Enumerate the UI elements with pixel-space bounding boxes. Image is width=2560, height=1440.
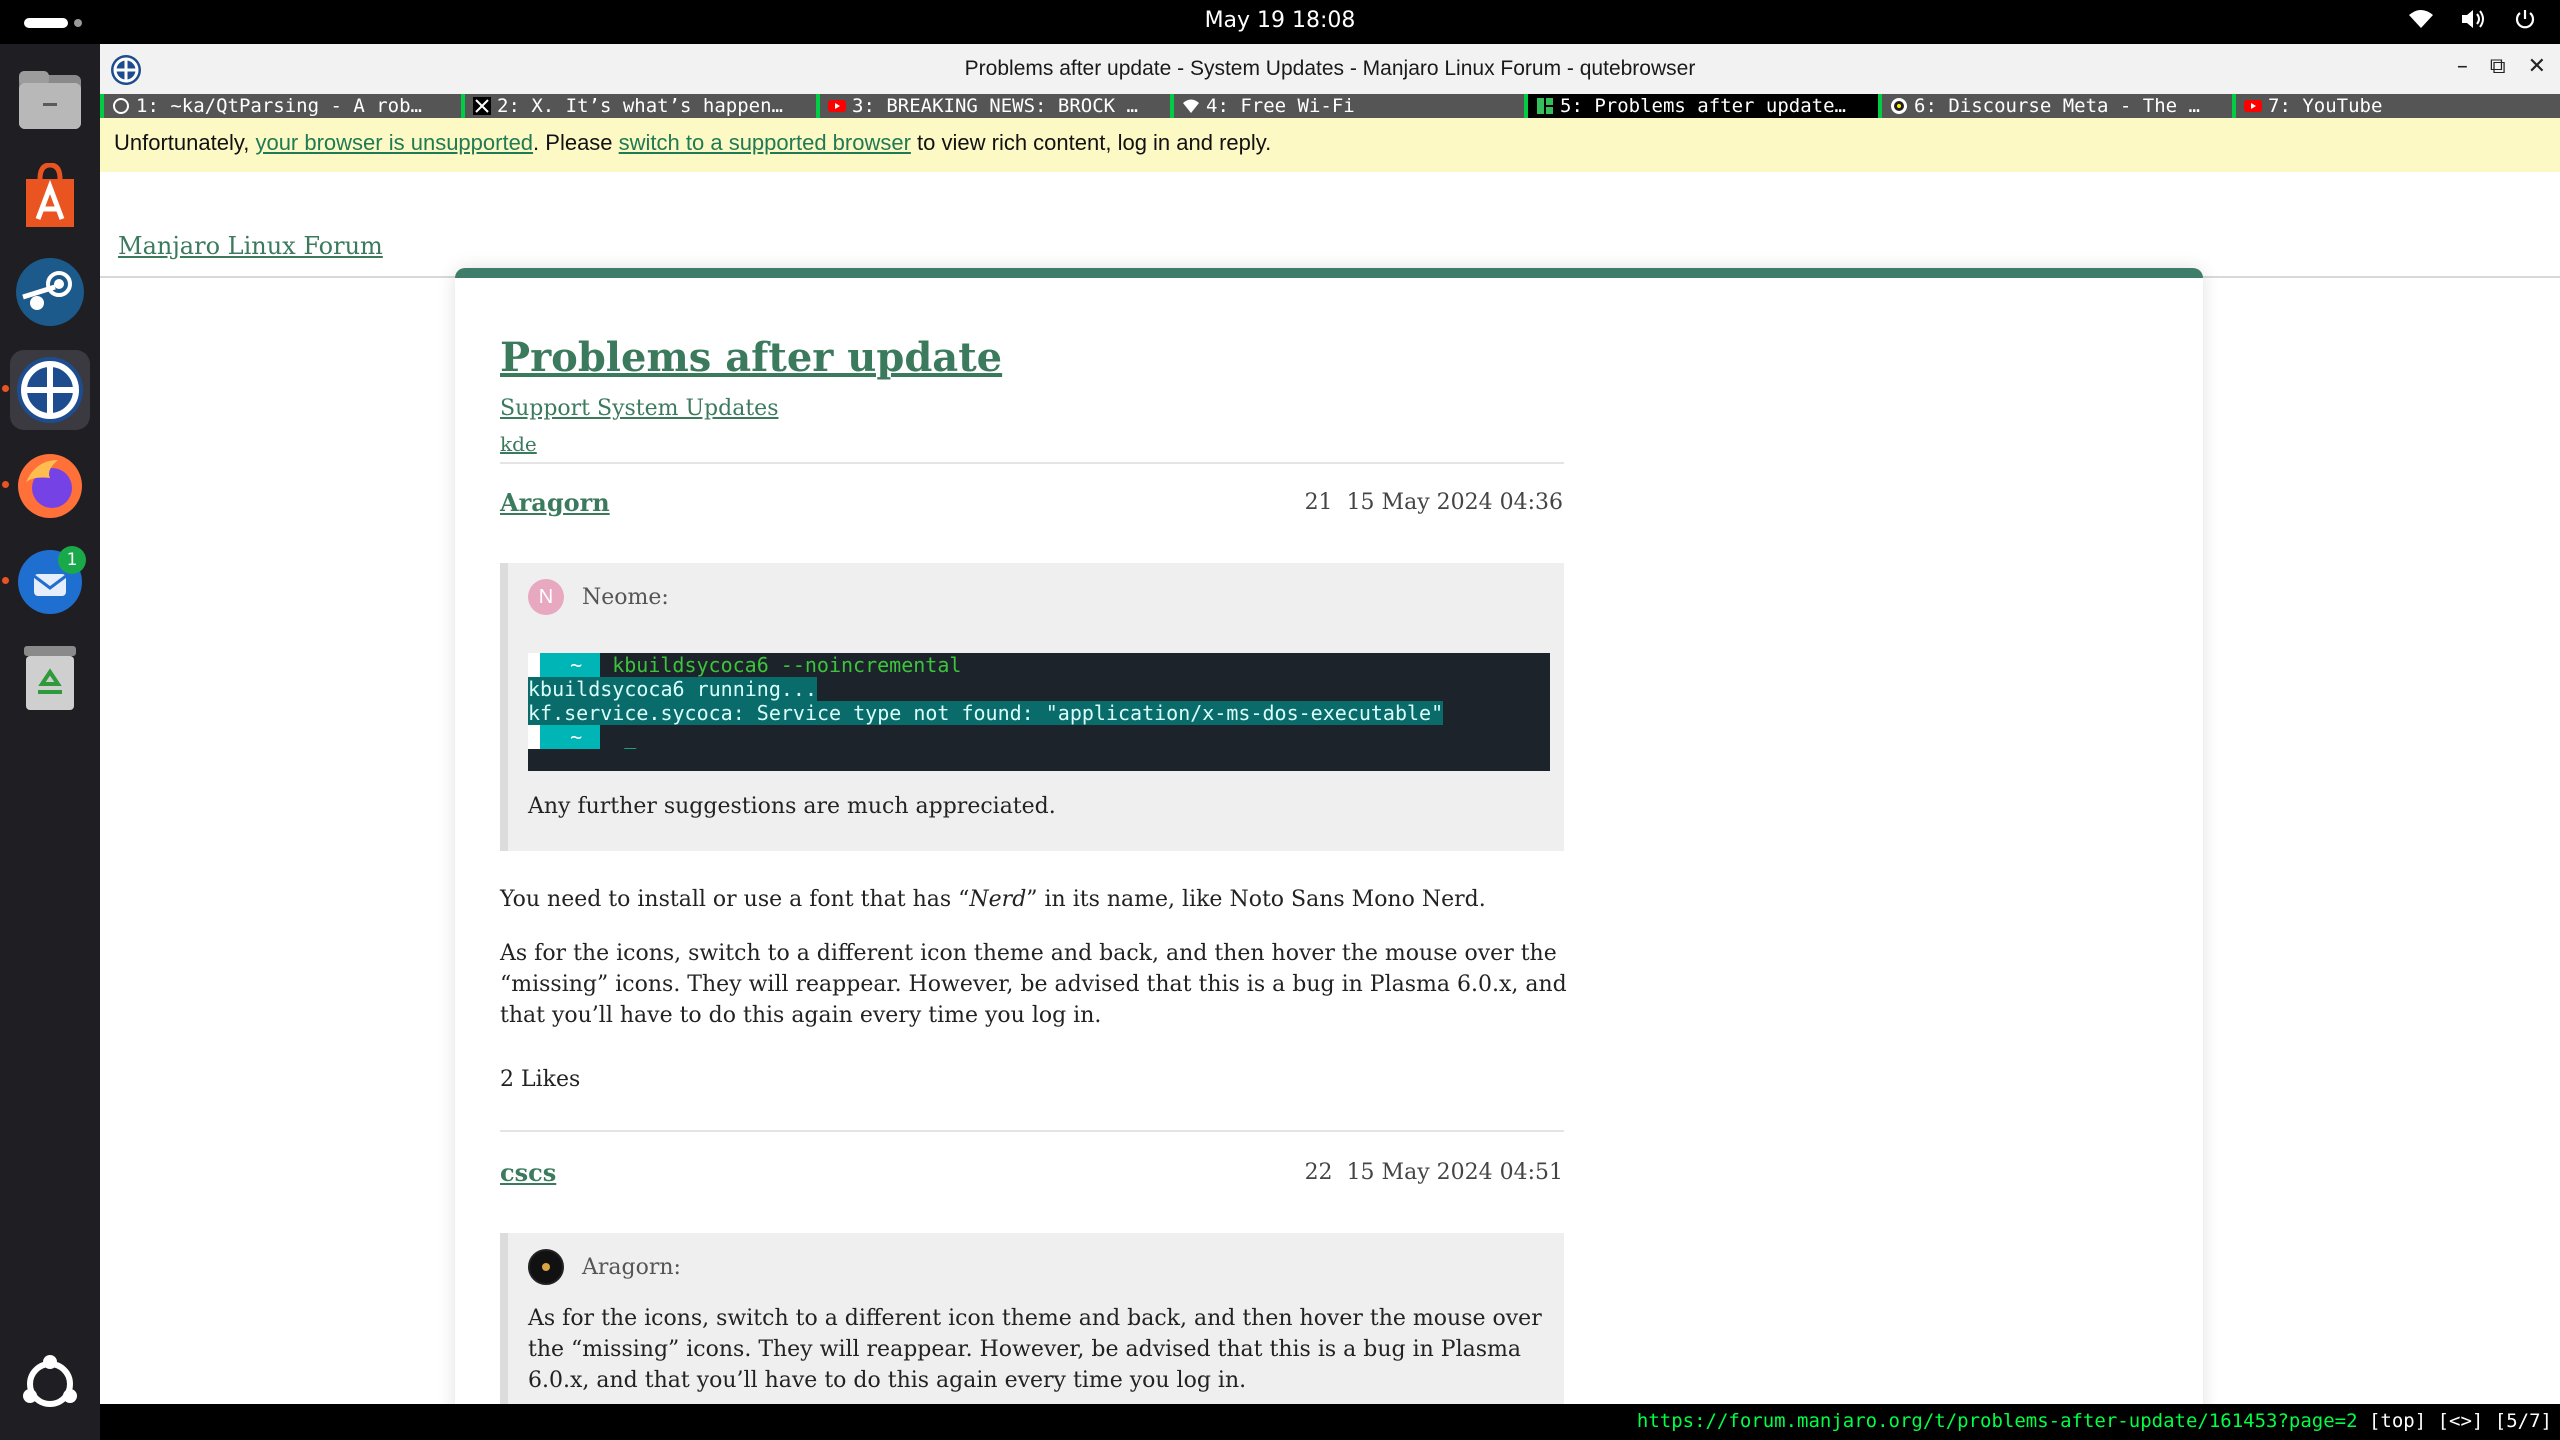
forum-header: Manjaro Linux Forum bbox=[100, 172, 2560, 278]
unsupported-browser-link[interactable]: your browser is unsupported bbox=[255, 130, 533, 155]
banner-text: to view rich content, log in and reply. bbox=[910, 130, 1272, 155]
post-author[interactable]: Aragorn bbox=[500, 488, 610, 517]
github-icon bbox=[113, 98, 129, 114]
topic-card: Problems after update Support System Upd… bbox=[455, 268, 2203, 1440]
forum-home-link[interactable]: Manjaro Linux Forum bbox=[118, 232, 383, 260]
tag-link[interactable]: kde bbox=[500, 432, 537, 456]
power-icon[interactable] bbox=[2514, 8, 2536, 36]
quote-author: Aragorn: bbox=[582, 1254, 681, 1280]
status-bar: https://forum.manjaro.org/t/problems-aft… bbox=[100, 1404, 2560, 1440]
tab-label: 3: BREAKING NEWS: BROCK … bbox=[852, 95, 1138, 117]
tab-6[interactable]: 6: Discourse Meta - The … bbox=[1878, 94, 2232, 118]
terminal-command: kbuildsycoca6 --noincremental bbox=[600, 653, 962, 677]
system-tray[interactable] bbox=[2408, 8, 2536, 36]
running-indicator bbox=[2, 577, 9, 584]
terminal-output: kf.service.sycoca: Service type not foun… bbox=[528, 701, 1444, 725]
close-icon[interactable]: ✕ bbox=[2528, 54, 2546, 79]
browser-window: Problems after update - System Updates -… bbox=[100, 44, 2560, 1440]
trash-icon[interactable] bbox=[10, 638, 90, 718]
tab-label: 6: Discourse Meta - The … bbox=[1914, 95, 2200, 117]
post-date[interactable]: 15 May 2024 04:51 bbox=[1347, 1160, 1563, 1185]
tab-2[interactable]: 2: X. It’s what’s happen… bbox=[461, 94, 816, 118]
post-date[interactable]: 15 May 2024 04:36 bbox=[1347, 490, 1563, 515]
wifi-icon bbox=[1183, 99, 1199, 113]
avatar bbox=[528, 1249, 564, 1285]
running-indicator bbox=[2, 481, 9, 488]
status-url: https://forum.manjaro.org/t/problems-aft… bbox=[1636, 1410, 2358, 1432]
banner-text: Unfortunately, bbox=[114, 130, 256, 155]
quote-text: Any further suggestions are much appreci… bbox=[528, 794, 1056, 819]
tab-label: 4: Free Wi-Fi bbox=[1206, 95, 1355, 117]
dock: 1 bbox=[0, 44, 100, 1440]
wifi-icon[interactable] bbox=[2408, 8, 2434, 36]
post-number: 22 bbox=[1304, 1160, 1333, 1185]
maximize-icon[interactable]: ⧉ bbox=[2490, 54, 2506, 79]
volume-icon[interactable] bbox=[2460, 8, 2488, 36]
text: You need to install or use a font that h… bbox=[500, 887, 970, 912]
x-icon bbox=[473, 97, 491, 115]
post-meta: 22 15 May 2024 04:51 bbox=[1305, 1160, 1563, 1185]
prompt-segment bbox=[528, 653, 540, 677]
tab-4[interactable]: 4: Free Wi-Fi bbox=[1170, 94, 1524, 118]
prompt-segment bbox=[528, 725, 540, 749]
files-app-icon[interactable] bbox=[10, 60, 90, 140]
terminal-cursor: _ bbox=[600, 725, 637, 749]
qutebrowser-dock-icon[interactable] bbox=[10, 350, 90, 430]
quote-header: Aragorn: bbox=[528, 1249, 681, 1285]
tab-3[interactable]: 3: BREAKING NEWS: BROCK … bbox=[816, 94, 1170, 118]
quote-text: As for the icons, switch to a different … bbox=[528, 1306, 1542, 1393]
status-position: [top] [<>] [5/7] bbox=[2357, 1410, 2552, 1432]
supported-browser-link[interactable]: switch to a supported browser bbox=[619, 130, 911, 155]
show-apps-icon[interactable] bbox=[10, 1344, 90, 1424]
prompt-segment: ~ bbox=[540, 653, 601, 677]
text: ” in its name, like Noto Sans Mono Nerd. bbox=[1026, 887, 1486, 912]
firefox-icon[interactable] bbox=[10, 446, 90, 526]
quote-header: N Neome: bbox=[528, 579, 669, 615]
tab-7[interactable]: 7: YouTube bbox=[2232, 94, 2560, 118]
tab-label: 7: YouTube bbox=[2268, 95, 2383, 117]
manjaro-icon bbox=[1537, 98, 1553, 114]
post-paragraph: As for the icons, switch to a different … bbox=[500, 941, 1567, 1028]
post-paragraph: You need to install or use a font that h… bbox=[500, 884, 1570, 915]
thunderbird-icon[interactable]: 1 bbox=[10, 542, 90, 622]
tab-1[interactable]: 1: ~ka/QtParsing - A rob… bbox=[100, 94, 461, 118]
post-author[interactable]: cscs bbox=[500, 1158, 556, 1187]
quote-block: N Neome: ~ kbuildsycoca6 --noincremental… bbox=[500, 563, 1564, 851]
discourse-icon bbox=[1891, 98, 1907, 114]
quote-author: Neome: bbox=[582, 584, 669, 610]
running-indicator bbox=[2, 385, 9, 392]
clock[interactable]: May 19 18:08 bbox=[0, 8, 2560, 33]
minimize-icon[interactable]: – bbox=[2457, 54, 2468, 79]
post-meta: 21 15 May 2024 04:36 bbox=[1305, 490, 1563, 515]
tab-label: 1: ~ka/QtParsing - A rob… bbox=[136, 95, 422, 117]
youtube-icon bbox=[828, 100, 846, 112]
likes-count: 2 Likes bbox=[500, 1067, 581, 1092]
avatar: N bbox=[528, 579, 564, 615]
banner-text: . Please bbox=[533, 130, 619, 155]
app-center-icon[interactable] bbox=[10, 156, 90, 236]
window-title: Problems after update - System Updates -… bbox=[964, 57, 1696, 80]
topic-title[interactable]: Problems after update bbox=[500, 334, 1002, 381]
divider bbox=[500, 1130, 1564, 1132]
tab-label: 2: X. It’s what’s happen… bbox=[497, 95, 783, 117]
youtube-icon bbox=[2244, 100, 2262, 112]
terminal-screenshot: ~ kbuildsycoca6 --noincremental kbuildsy… bbox=[528, 653, 1550, 771]
emphasis: Nerd bbox=[969, 887, 1027, 912]
divider bbox=[500, 462, 1564, 464]
tab-bar: 1: ~ka/QtParsing - A rob… 2: X. It’s wha… bbox=[100, 94, 2560, 118]
prompt-segment: ~ bbox=[540, 725, 601, 749]
top-bar: May 19 18:08 bbox=[0, 0, 2560, 44]
window-titlebar[interactable]: Problems after update - System Updates -… bbox=[100, 44, 2560, 94]
tab-label: 5: Problems after update… bbox=[1560, 95, 1846, 117]
tab-5-selected[interactable]: 5: Problems after update… bbox=[1524, 94, 1878, 118]
steam-icon[interactable] bbox=[10, 252, 90, 332]
unread-badge: 1 bbox=[58, 546, 86, 574]
category-link[interactable]: Support System Updates bbox=[500, 396, 778, 421]
unsupported-browser-banner: Unfortunately, your browser is unsupport… bbox=[100, 118, 2560, 172]
terminal-output: kbuildsycoca6 running... bbox=[528, 677, 817, 701]
post-number: 21 bbox=[1304, 490, 1333, 515]
